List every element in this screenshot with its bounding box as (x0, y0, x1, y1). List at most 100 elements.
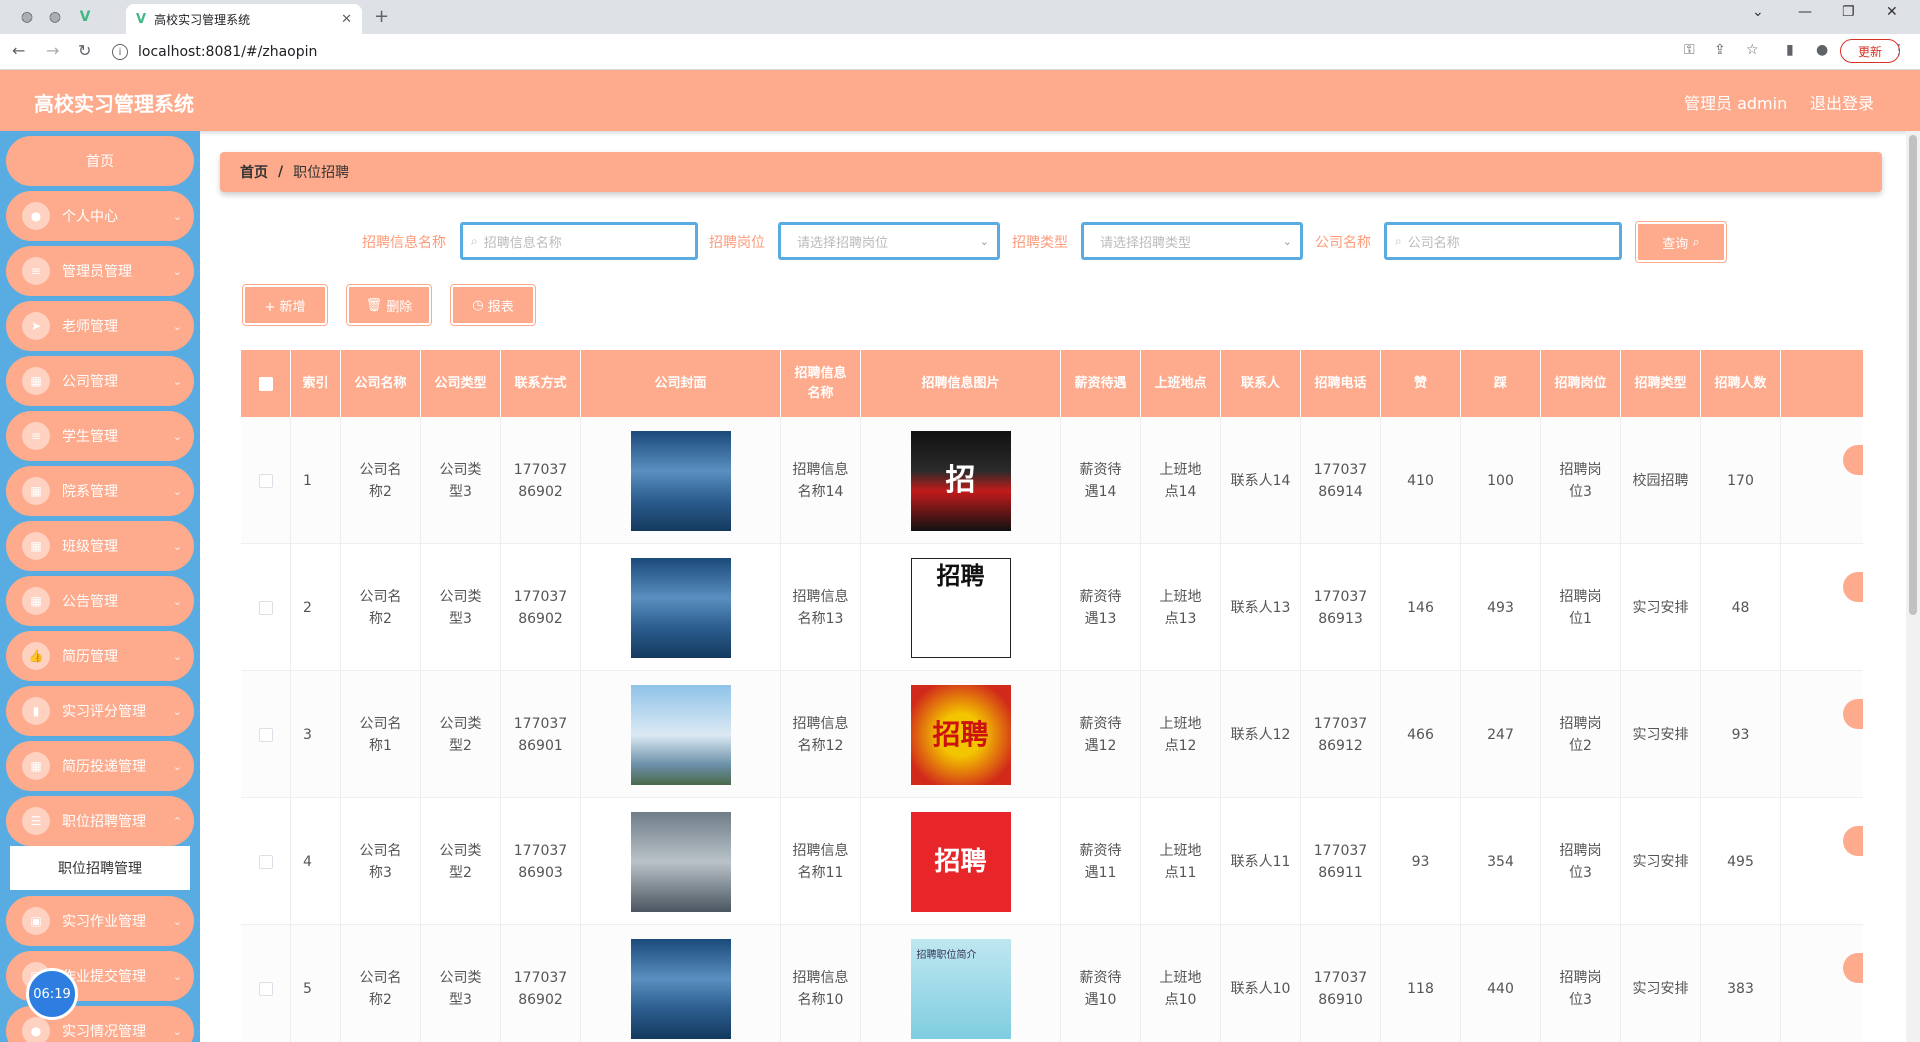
cell-down: 493 (1461, 544, 1541, 671)
report-button[interactable]: ◷ 报表 (450, 284, 536, 326)
pinned-tab-icon[interactable]: ◍ (44, 6, 66, 28)
sidebar-item-resume[interactable]: 👍 简历管理 ⌄ (6, 631, 194, 681)
chevron-down-icon: ⌄ (172, 704, 182, 718)
row-action-button[interactable] (1843, 826, 1863, 856)
user-icon: ● (22, 202, 50, 230)
forward-icon[interactable]: → (46, 41, 59, 60)
browser-tab-strip: ◍ ◍ V V 高校实习管理系统 ✕ + ⌄ — ❐ ✕ (0, 0, 1920, 34)
submenu-item-recruit[interactable]: 职位招聘管理 (10, 846, 190, 890)
checkbox[interactable] (258, 854, 273, 869)
profile-icon[interactable]: ● (1816, 42, 1828, 58)
table-row[interactable]: 1 公司名称2 公司类型3 17703786902 招聘信息名称14 招 薪资待… (241, 417, 1863, 544)
checkbox[interactable] (258, 473, 273, 488)
sidebar-item-delivery[interactable]: ▦ 简历投递管理 ⌄ (6, 741, 194, 791)
sidebar-item-score[interactable]: ▮ 实习评分管理 ⌄ (6, 686, 194, 736)
add-button[interactable]: + 新增 (242, 284, 328, 326)
sidebar-item-notice[interactable]: ▦ 公告管理 ⌄ (6, 576, 194, 626)
row-checkbox[interactable] (241, 925, 291, 1042)
sidebar-item-homework[interactable]: ▣ 实习作业管理 ⌄ (6, 896, 194, 946)
cell-image: 招聘职位简介 (861, 925, 1061, 1042)
sidebar-item-label: 职位招聘管理 (62, 814, 146, 830)
cell-phone: 17703786911 (1301, 798, 1381, 925)
select-all-checkbox[interactable] (241, 350, 291, 417)
table-row[interactable]: 3 公司名称1 公司类型2 17703786901 招聘信息名称12 招聘 薪资… (241, 671, 1863, 798)
breadcrumb-home[interactable]: 首页 (240, 162, 268, 182)
back-icon[interactable]: ← (12, 41, 25, 60)
cell-contact: 17703786902 (501, 925, 581, 1042)
page-scrollbar[interactable] (1906, 131, 1920, 1042)
sidebar-item-recruit[interactable]: ☰ 职位招聘管理 ⌃ (6, 796, 194, 846)
scrollbar-thumb[interactable] (1909, 135, 1917, 615)
reload-icon[interactable]: ↻ (78, 41, 91, 60)
sidebar-item-admin[interactable]: ≡ 管理员管理 ⌄ (6, 246, 194, 296)
side-panel-icon[interactable]: ▮ (1786, 42, 1794, 58)
list-icon: ≡ (22, 257, 50, 285)
filter-company-input[interactable]: ⌕ 公司名称 (1384, 222, 1622, 260)
sidebar-item-department[interactable]: ▦ 院系管理 ⌄ (6, 466, 194, 516)
checkbox[interactable] (258, 600, 273, 615)
sidebar-item-company[interactable]: ▦ 公司管理 ⌄ (6, 356, 194, 406)
key-icon[interactable]: ⚿ (1684, 42, 1695, 58)
row-checkbox[interactable] (241, 544, 291, 671)
close-tab-icon[interactable]: ✕ (341, 12, 352, 27)
row-action-button[interactable] (1843, 445, 1863, 475)
new-tab-icon[interactable]: + (374, 6, 389, 27)
col-actions (1781, 350, 1863, 417)
delete-button[interactable]: 🗑 删除 (346, 284, 432, 326)
filter-type-select[interactable]: 请选择招聘类型 ⌄ (1081, 222, 1303, 260)
url-field[interactable]: i localhost:8081/#/zhaopin (112, 38, 1682, 66)
cell-up: 466 (1381, 671, 1461, 798)
trash-icon: 🗑 (365, 297, 383, 313)
sidebar-item-teacher[interactable]: ➤ 老师管理 ⌄ (6, 301, 194, 351)
sidebar-item-student[interactable]: ≡ 学生管理 ⌄ (6, 411, 194, 461)
cell-index: 3 (291, 671, 341, 798)
update-button[interactable]: 更新 (1840, 39, 1900, 63)
table-row[interactable]: 4 公司名称3 公司类型2 17703786903 招聘信息名称11 招聘 薪资… (241, 798, 1863, 925)
row-checkbox[interactable] (241, 798, 291, 925)
checkbox[interactable] (258, 981, 273, 996)
cell-post: 招聘岗位2 (1541, 671, 1621, 798)
sidebar-item-class[interactable]: ▦ 班级管理 ⌄ (6, 521, 194, 571)
row-checkbox[interactable] (241, 417, 291, 544)
sidebar-item-label: 简历管理 (62, 649, 118, 665)
filter-name-input[interactable]: ⌕ 招聘信息名称 (460, 222, 698, 260)
filter-post-select[interactable]: 请选择招聘岗位 ⌄ (778, 222, 1000, 260)
cell-place: 上班地点10 (1141, 925, 1221, 1042)
sidebar-item-home[interactable]: 首页 (6, 136, 194, 186)
vue-tab-icon[interactable]: V (74, 6, 96, 28)
row-action-button[interactable] (1843, 699, 1863, 729)
col-down: 踩 (1461, 350, 1541, 417)
site-info-icon[interactable]: i (112, 44, 128, 60)
cell-contact: 17703786902 (501, 417, 581, 544)
close-window-icon[interactable]: ✕ (1886, 4, 1898, 20)
sidebar-item-personal[interactable]: ● 个人中心 ⌄ (6, 191, 194, 241)
cell-count: 170 (1701, 417, 1781, 544)
restore-icon[interactable]: ❐ (1842, 4, 1855, 20)
pinned-tab-icon[interactable]: ◍ (16, 6, 38, 28)
table-row[interactable]: 2 公司名称2 公司类型3 17703786902 招聘信息名称13 招聘 薪资… (241, 544, 1863, 671)
active-tab[interactable]: V 高校实习管理系统 ✕ (126, 4, 362, 34)
cell-image: 招 (861, 417, 1061, 544)
sidebar-item-label: 实习作业管理 (62, 914, 146, 930)
star-icon[interactable]: ☆ (1746, 42, 1759, 58)
grid-icon: ▦ (22, 367, 50, 395)
chevron-down-icon[interactable]: ⌄ (1752, 4, 1764, 20)
grid-icon: ▦ (22, 587, 50, 615)
logout-link[interactable]: 退出登录 (1810, 90, 1874, 114)
share-icon[interactable]: ⇪ (1714, 42, 1726, 58)
sidebar-item-label: 班级管理 (62, 539, 118, 555)
chevron-down-icon: ⌄ (172, 319, 182, 333)
cell-index: 4 (291, 798, 341, 925)
minimize-icon[interactable]: — (1798, 4, 1812, 20)
recruit-image: 招聘 (910, 557, 1011, 658)
report-label: 报表 (487, 299, 514, 315)
grid-icon: ▦ (22, 532, 50, 560)
row-action-button[interactable] (1843, 953, 1863, 983)
row-action-button[interactable] (1843, 572, 1863, 602)
menu-kebab-icon[interactable]: ⋮ (1892, 42, 1906, 58)
row-checkbox[interactable] (241, 671, 291, 798)
checkbox[interactable] (258, 727, 273, 742)
table-row[interactable]: 5 公司名称2 公司类型3 17703786902 招聘信息名称10 招聘职位简… (241, 925, 1863, 1042)
checkbox[interactable] (258, 376, 273, 391)
search-button[interactable]: 查询 ⌕ (1635, 221, 1727, 263)
